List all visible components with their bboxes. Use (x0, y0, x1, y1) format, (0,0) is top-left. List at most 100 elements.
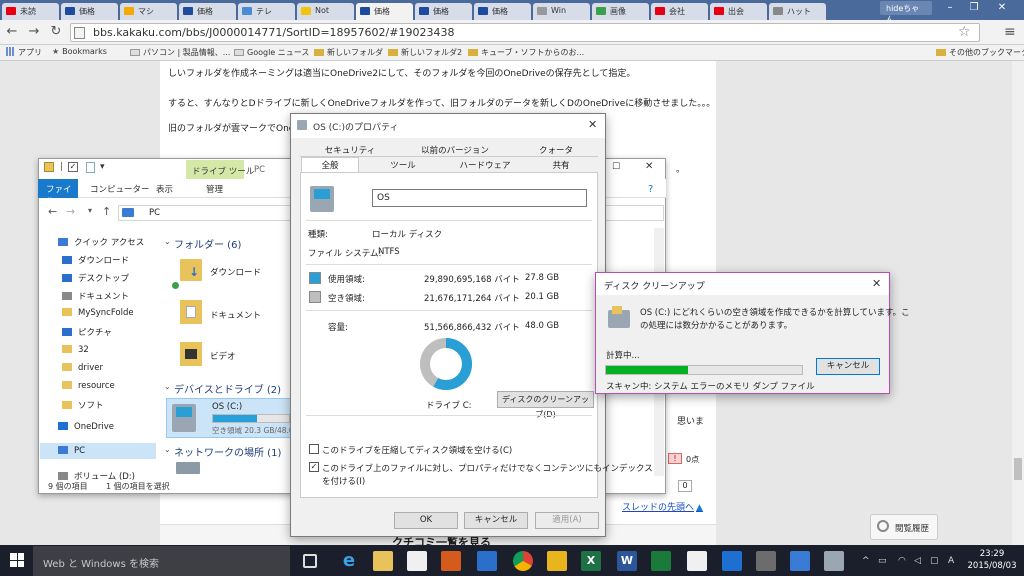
devices-header[interactable]: デバイスとドライブ (2) (174, 381, 281, 396)
start-button[interactable] (10, 553, 24, 567)
explorer-forward-icon[interactable]: → (66, 205, 75, 218)
app-icon[interactable] (547, 551, 567, 571)
browser-tab[interactable]: 会社 (651, 3, 708, 20)
properties-icon[interactable]: ✓ (68, 162, 78, 172)
browser-tab[interactable]: 画像 (592, 3, 649, 20)
folder-videos[interactable]: ビデオ (210, 350, 236, 362)
bookmark-google-news[interactable]: Google ニュース (234, 47, 309, 58)
close-icon[interactable]: ✕ (990, 2, 1014, 16)
bookmark-bookmarks[interactable]: ★ Bookmarks (52, 47, 107, 56)
settings-icon[interactable] (722, 551, 742, 571)
browser-tab[interactable]: 価格 (179, 3, 236, 20)
collapse-icon[interactable]: ⌄ (164, 237, 171, 246)
compress-checkbox[interactable] (309, 444, 319, 454)
drive-label-input[interactable]: OS (372, 189, 587, 207)
browser-tab[interactable]: Not (297, 3, 354, 20)
tab-file[interactable]: ファイル (38, 179, 78, 207)
explorer-taskbar-icon[interactable] (373, 551, 393, 571)
explorer-close-icon[interactable]: ✕ (645, 161, 653, 172)
browser-tab[interactable]: 未読 (2, 3, 59, 20)
profile-button[interactable]: hideちゃん (880, 1, 932, 24)
cleanup-close-icon[interactable]: ✕ (872, 277, 881, 290)
minimize-icon[interactable]: – (938, 2, 962, 16)
scrollbar-thumb[interactable] (1014, 458, 1022, 480)
reload-icon[interactable]: ↻ (48, 24, 64, 40)
app-icon[interactable] (441, 551, 461, 571)
nav-item[interactable]: driver (62, 363, 103, 373)
disk-cleanup-button[interactable]: ディスクのクリーンアップ(D) (497, 391, 594, 419)
nav-item[interactable]: PC (58, 446, 85, 456)
address-bar[interactable]: bbs.kakaku.com/bbs/J0000014771/SortID=18… (70, 23, 980, 42)
alert-badge[interactable]: ! (668, 453, 682, 464)
tab-general[interactable]: 全般 (301, 157, 359, 173)
bookmark-folder1[interactable]: 新しいフォルダ (314, 47, 383, 58)
thread-top-link[interactable]: スレッドの先頭へ ▲ (622, 500, 703, 513)
recent-dropdown-icon[interactable]: ▾ (88, 206, 92, 215)
browser-tab[interactable]: ハット (769, 3, 826, 20)
nav-item[interactable]: ソフト (62, 399, 104, 411)
nav-item[interactable]: OneDrive (58, 422, 114, 432)
nav-item[interactable]: ダウンロード (62, 254, 129, 266)
bookmark-cube[interactable]: キューブ・ソフトからのお... (468, 47, 584, 58)
folder-downloads[interactable]: ダウンロード (210, 266, 261, 278)
collapse-icon[interactable]: ⌄ (164, 382, 171, 391)
app-icon[interactable] (790, 551, 810, 571)
battery-icon[interactable]: ▭ (878, 556, 887, 566)
volume-icon[interactable]: ◁ (914, 556, 921, 566)
cleanup-cancel-button[interactable]: キャンセル (816, 358, 880, 375)
tray-chevron-icon[interactable]: ^ (862, 556, 870, 566)
explorer-maximize-icon[interactable]: ☐ (612, 162, 620, 172)
menu-icon[interactable]: ≡ (1004, 24, 1016, 40)
tab-view[interactable]: 表示 (156, 183, 173, 195)
properties-close-icon[interactable]: ✕ (588, 118, 597, 131)
taskbar-clock[interactable]: 23:29 2015/08/03 (964, 548, 1020, 572)
browser-tab[interactable]: 価格 (61, 3, 118, 20)
bookmark-apps[interactable]: アプリ (6, 47, 42, 58)
app-icon[interactable] (651, 551, 671, 571)
tab-manage[interactable]: 管理 (206, 183, 223, 195)
app-icon[interactable] (756, 551, 776, 571)
nav-item[interactable]: ピクチャ (62, 326, 112, 338)
collapse-icon[interactable]: ⌄ (164, 445, 171, 454)
nav-item[interactable]: MySyncFolde (62, 308, 134, 318)
bookmark-pc[interactable]: パソコン | 製品情報、... (130, 47, 230, 58)
tab-hardware[interactable]: ハードウェア (446, 159, 524, 173)
message-icon[interactable]: ▢ (930, 556, 939, 566)
forward-icon[interactable]: → (26, 24, 42, 40)
up-icon[interactable]: ↑ (102, 205, 111, 218)
index-checkbox[interactable]: ✓ (309, 462, 319, 472)
nav-item[interactable]: resource (62, 381, 115, 391)
taskbar-search[interactable]: Web と Windows を検索 (33, 546, 290, 576)
browser-tab[interactable]: 価格 (356, 3, 413, 20)
history-button[interactable]: 閲覧履歴 (870, 514, 938, 540)
tab-tools[interactable]: ツール (362, 159, 444, 173)
word-icon[interactable]: W (617, 551, 637, 571)
browser-tab[interactable]: マシ (120, 3, 177, 20)
back-icon[interactable]: ← (4, 24, 20, 40)
folder-documents[interactable]: ドキュメント (210, 309, 261, 321)
folders-header[interactable]: フォルダー (6) (174, 236, 241, 251)
chrome-icon[interactable] (513, 551, 533, 571)
tab-computer[interactable]: コンピューター (90, 183, 150, 195)
nav-item[interactable]: 32 (62, 345, 89, 355)
ok-button[interactable]: OK (394, 512, 458, 529)
ime-indicator[interactable]: A (948, 556, 954, 566)
cancel-button[interactable]: キャンセル (464, 512, 528, 529)
wifi-icon[interactable]: ◠ (898, 556, 906, 566)
app-icon[interactable] (477, 551, 497, 571)
browser-tab[interactable]: テレ (238, 3, 295, 20)
explorer-back-icon[interactable]: ← (48, 205, 57, 218)
nav-item[interactable]: デスクトップ (62, 272, 129, 284)
bookmark-star-icon[interactable]: ☆ (958, 24, 971, 40)
edge-icon[interactable]: e (339, 551, 359, 571)
browser-tab[interactable]: 価格 (474, 3, 531, 20)
app-icon[interactable] (687, 551, 707, 571)
network-header[interactable]: ネットワークの場所 (1) (174, 444, 281, 459)
apply-button[interactable]: 適用(A) (535, 512, 599, 529)
excel-icon[interactable]: X (581, 551, 601, 571)
browser-tab[interactable]: 出会 (710, 3, 767, 20)
qat-dropdown-icon[interactable]: ▾ (100, 162, 105, 172)
browser-tab[interactable]: 価格 (415, 3, 472, 20)
bookmark-folder2[interactable]: 新しいフォルダ2 (388, 47, 462, 58)
nav-item[interactable]: ドキュメント (62, 290, 129, 302)
